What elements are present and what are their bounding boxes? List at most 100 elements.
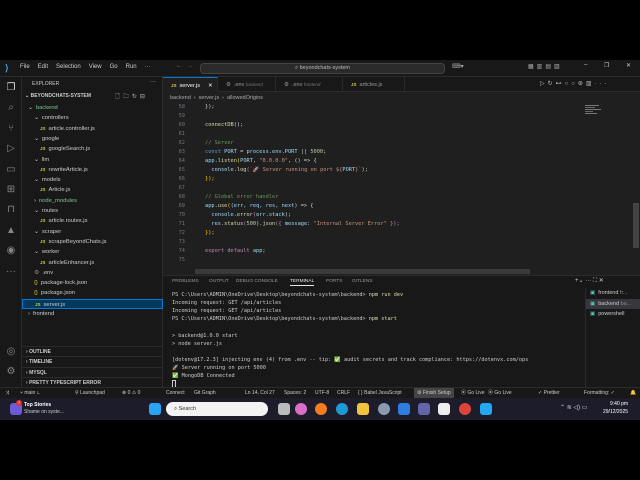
eol-status[interactable]: CRLF — [337, 388, 350, 398]
finish-setup-button[interactable]: ⚙ Finish Setup — [414, 388, 454, 398]
terminal-line[interactable]: PS C:\Users\ADMIN\OneDrive\Desktop\beyon… — [172, 315, 397, 323]
terminal-instance-backend[interactable]: ▣ backend ba... — [586, 298, 640, 309]
layout-icons[interactable]: ▦▥▤▧ — [528, 63, 563, 70]
go-live-button-1[interactable]: ⦿ Go Live — [461, 388, 485, 398]
store-icon[interactable] — [438, 403, 450, 415]
folder-item[interactable]: ⌄ worker — [22, 247, 163, 257]
file-item[interactable]: JS googleSearch.js — [22, 144, 163, 154]
panel-tab-ports[interactable]: PORTS — [326, 279, 342, 284]
tab-articlesjs[interactable]: JS articles.js — [343, 77, 405, 92]
clock-time[interactable]: 9:40 pm — [610, 401, 628, 407]
file-item[interactable]: JS articleEnhancer.js — [22, 258, 163, 268]
panel-tab-gitlens[interactable]: GITLENS — [352, 279, 373, 284]
code-line[interactable]: 69 app.use((err, req, res, next) => { — [163, 202, 583, 211]
terminal-actions[interactable]: +⌄ ··· ⛶ ✕ — [575, 277, 604, 285]
remote-icon[interactable]: ⤨ — [5, 388, 9, 398]
file-item[interactable]: ⚙ .env — [22, 268, 163, 278]
explorer-actions-icons[interactable]: 🗋🗀↻⊟ — [115, 92, 148, 102]
code-line[interactable]: 75 — [163, 256, 583, 265]
close-tab-icon[interactable]: ✕ — [208, 83, 213, 89]
edge-icon[interactable] — [336, 403, 348, 415]
file-item[interactable]: JS Article.js — [22, 185, 163, 195]
search-icon[interactable]: ⌕ — [4, 101, 18, 115]
remote-explorer-icon[interactable]: ▭ — [4, 163, 18, 177]
windows-start-icon[interactable] — [149, 403, 161, 415]
code-line[interactable]: 61 — [163, 130, 583, 139]
more-icon[interactable]: ··· — [4, 265, 18, 279]
chrome-icon[interactable] — [459, 403, 471, 415]
minimap[interactable] — [583, 103, 633, 143]
folder-item[interactable]: › node_modules — [22, 196, 163, 206]
close-button[interactable]: ✕ — [626, 62, 631, 69]
formatting-status[interactable]: Formatting: ✓ — [584, 388, 615, 398]
folder-item[interactable]: ⌄ scraper — [22, 227, 163, 237]
gitlens-icon[interactable]: ◉ — [4, 244, 18, 258]
code-line[interactable]: 64 app.listen(PORT, "0.0.0.0", () => { — [163, 157, 583, 166]
terminal-line[interactable]: PS C:\Users\ADMIN\OneDrive\Desktop\beyon… — [172, 291, 403, 299]
vscode-taskbar-icon[interactable] — [480, 403, 492, 415]
folder-item[interactable]: ⌄ llm — [22, 155, 163, 165]
code-line[interactable]: 73 — [163, 238, 583, 247]
code-line[interactable]: 74 export default app; — [163, 247, 583, 256]
code-line[interactable]: 68 // Global error handler — [163, 193, 583, 202]
code-line[interactable]: 71 res.status(500).json({ message: "Inte… — [163, 220, 583, 229]
restore-button[interactable]: ❐ — [604, 62, 609, 69]
file-item[interactable]: JS scrapeBeyondChats.js — [22, 237, 163, 247]
panel-tab-problems[interactable]: PROBLEMS — [172, 279, 199, 284]
teams-icon[interactable] — [418, 403, 430, 415]
section-mysql[interactable]: › MYSQL — [22, 366, 163, 377]
indentation-status[interactable]: Spaces: 2 — [284, 388, 306, 398]
section-outline[interactable]: › OUTLINE — [22, 346, 163, 356]
file-item[interactable]: {} package-lock.json — [22, 278, 163, 288]
section-pretty-typescript-error[interactable]: › PRETTY TYPESCRIPT ERROR — [22, 376, 163, 387]
folder-item[interactable]: ⌄ routes — [22, 206, 163, 216]
angular-icon[interactable]: ▲ — [4, 224, 18, 238]
panel-tab-debug-console[interactable]: DEBUG CONSOLE — [236, 279, 278, 284]
code-editor[interactable]: 58}); 59 60 connectDB(); 61 62// Server 63 cons… — [163, 103, 583, 273]
account-icon[interactable]: ◎ — [4, 345, 18, 359]
breadcrumb-item[interactable]: backend — [170, 95, 191, 101]
file-item[interactable]: JS article.routes.js — [22, 216, 163, 226]
code-line[interactable]: 66}); — [163, 175, 583, 184]
menu-item-moremoremore[interactable]: ··· — [145, 64, 151, 70]
news-title[interactable]: Top Stories — [24, 402, 51, 408]
back-icon[interactable]: ← — [176, 63, 182, 69]
panel-tab-output[interactable]: OUTPUT — [209, 279, 229, 284]
problems-status[interactable]: ⊗ 0 ⚠ 0 — [122, 388, 140, 398]
bookmarks-icon[interactable]: ⊓ — [4, 203, 18, 217]
folder-item[interactable]: ⌄ models — [22, 175, 163, 185]
mail-icon[interactable] — [398, 403, 410, 415]
terminal-line[interactable]: > node server.js — [172, 340, 222, 348]
go-live-button-2[interactable]: ⦿ Go Live — [488, 388, 512, 398]
firefox-icon[interactable] — [315, 403, 327, 415]
file-item[interactable]: JS article.controller.js — [22, 124, 163, 134]
settings-app-icon[interactable] — [378, 403, 390, 415]
code-line[interactable]: 62 // Server — [163, 139, 583, 148]
code-line[interactable]: 67 — [163, 184, 583, 193]
vertical-scrollbar[interactable] — [633, 203, 639, 248]
menu-item-run[interactable]: Run — [126, 64, 137, 70]
terminal-line[interactable]: 🚀 Server running on port 5000 — [172, 364, 266, 372]
cursor-position[interactable]: Ln 14, Col 27 — [245, 388, 275, 398]
more-actions-icon[interactable]: ··· — [150, 79, 156, 85]
code-line[interactable]: 65 console.log(`🚀 Server running on port… — [163, 166, 583, 175]
clock-date[interactable]: 29/12/2025 — [603, 409, 628, 415]
branch-status[interactable]: ⑂ main ↻ — [20, 388, 40, 398]
file-explorer-icon[interactable] — [357, 403, 369, 415]
minimize-button[interactable]: – — [584, 62, 587, 68]
menu-item-view[interactable]: View — [89, 64, 102, 70]
terminal-line[interactable]: ✅ MongoDB Connected — [172, 372, 235, 380]
connect-status[interactable]: Connect — [166, 388, 185, 398]
language-mode[interactable]: { } Babel JavaScript — [358, 388, 402, 398]
launchpad-status[interactable]: ⚲ Launchpad — [75, 388, 105, 398]
explorer-icon[interactable]: ❐ — [4, 81, 18, 95]
git-graph-status[interactable]: Git Graph — [194, 388, 216, 398]
run-debug-icon[interactable]: ▷ — [4, 142, 18, 156]
menu-item-edit[interactable]: Edit — [38, 64, 48, 70]
terminal-line[interactable]: [dotenv@17.2.3] injecting env (4) from .… — [172, 356, 528, 364]
copilot-icon[interactable]: ⌨▾ — [452, 63, 464, 70]
folder-item[interactable]: ⌄ backend — [22, 103, 163, 113]
terminal-line[interactable]: Incoming request: GET /api/articles — [172, 299, 281, 307]
panel-tab-terminal[interactable]: TERMINAL — [290, 279, 315, 286]
taskbar-search[interactable]: ⌕ Search — [166, 402, 268, 416]
